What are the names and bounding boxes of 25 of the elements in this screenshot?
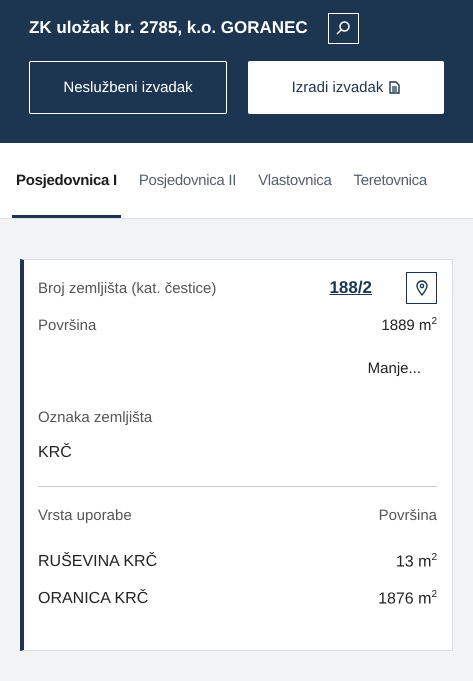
table-cell: 13 m$^{2}$ — [396, 552, 437, 572]
field-value: KRČ — [38, 444, 72, 461]
tab[interactable]: Teretovnica — [350, 143, 431, 218]
search-icon — [335, 20, 352, 36]
column-header: Vrsta uporabe — [38, 507, 132, 524]
create-extract-button[interactable]: Izradi izvadak — [248, 61, 444, 114]
table-cell: 1876 m$^{2}$ — [378, 589, 437, 609]
location-pin-icon — [416, 280, 428, 296]
tab[interactable]: Vlastovnica — [254, 143, 336, 218]
page-title: ZK uložak br. 2785, k.o. GORANEC — [29, 18, 308, 38]
table-cell: ORANICA KRČ — [38, 590, 148, 608]
search-button[interactable] — [328, 12, 359, 44]
parcel-number-link[interactable]: 188/2 — [329, 278, 372, 298]
document-icon — [389, 81, 400, 94]
unofficial-extract-button[interactable]: Neslužbeni izvadak — [29, 61, 227, 114]
tab[interactable]: Posjedovnica II — [134, 143, 240, 218]
field-label: Oznaka zemljišta — [38, 409, 152, 426]
map-button[interactable] — [406, 272, 437, 304]
field-label: Broj zemljišta (kat. čestice) — [38, 280, 216, 296]
column-header: Površina — [378, 507, 437, 524]
table-cell: RUŠEVINA KRČ — [38, 552, 158, 571]
field-value: 1889 m$^{2}$ — [381, 316, 437, 334]
toggle-link[interactable]: Manje... — [368, 360, 421, 377]
tab[interactable]: Posjedovnica I — [12, 143, 121, 218]
field-label: Površina — [38, 316, 96, 334]
